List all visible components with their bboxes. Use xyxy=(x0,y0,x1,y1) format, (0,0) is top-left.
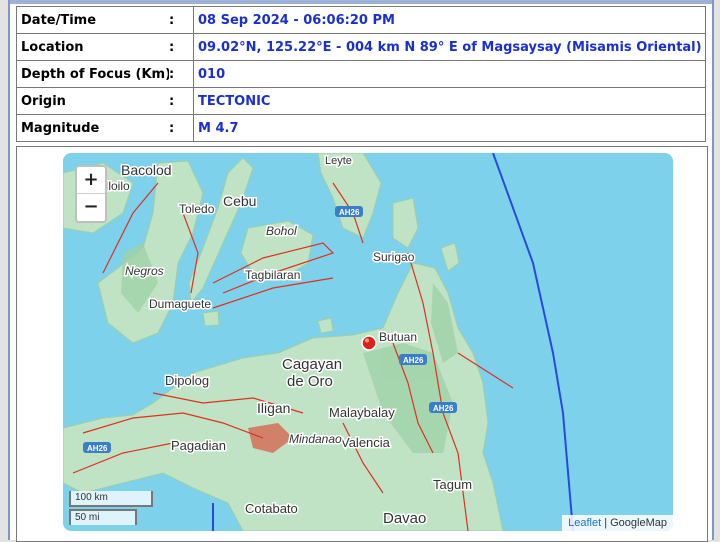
separator: : xyxy=(169,33,194,61)
city-leyte: Leyte xyxy=(325,155,352,167)
table-row: Date/Time : 08 Sep 2024 - 06:06:20 PM xyxy=(16,6,706,34)
city-tagum: Tagum xyxy=(433,477,472,492)
epicenter-marker[interactable] xyxy=(361,335,377,351)
separator: : xyxy=(169,87,194,115)
highway-label: AH26 xyxy=(403,356,424,365)
city-iligan: Iligan xyxy=(257,400,290,416)
cebu-island xyxy=(188,157,254,305)
map-attribution: Leaflet | GoogleMap xyxy=(562,515,673,531)
origin-label: Origin xyxy=(16,87,169,115)
dinagat-island xyxy=(392,197,419,249)
region-negros: Negros xyxy=(125,264,164,278)
map-container: AH26 AH26 AH26 AH26 Bacolod Iloilo Toled… xyxy=(16,146,708,542)
table-row: Magnitude : M 4.7 xyxy=(16,114,706,142)
table-row: Depth of Focus (Km) : 010 xyxy=(16,60,706,88)
city-valencia: Valencia xyxy=(341,435,391,450)
highway-label: AH26 xyxy=(433,404,454,413)
earthquake-info-table: Date/Time : 08 Sep 2024 - 06:06:20 PM Lo… xyxy=(16,6,706,142)
fault-line xyxy=(212,277,334,309)
scale-km: 100 km xyxy=(69,491,153,507)
epicenter-marker-highlight xyxy=(365,338,369,343)
city-de-oro: de Oro xyxy=(287,373,333,390)
zoom-out-button[interactable]: − xyxy=(77,194,105,220)
city-cebu: Cebu xyxy=(223,193,256,209)
philippine-trench xyxy=(492,153,574,531)
magnitude-value: M 4.7 xyxy=(193,114,706,142)
separator: : xyxy=(169,114,194,142)
city-cagayan: Cagayan xyxy=(282,356,342,373)
city-malaybalay: Malaybalay xyxy=(329,405,395,420)
separator: : xyxy=(169,6,194,34)
city-bacolod: Bacolod xyxy=(121,162,172,178)
location-value: 09.02°N, 125.22°E - 004 km N 89° E of Ma… xyxy=(193,33,706,61)
depth-label: Depth of Focus (Km) xyxy=(16,60,169,88)
city-tagbilaran: Tagbilaran xyxy=(245,268,300,282)
attribution-separator: | xyxy=(601,517,611,529)
city-cotabato: Cotabato xyxy=(245,501,298,516)
city-dipolog: Dipolog xyxy=(165,373,209,388)
city-dumaguete: Dumaguete xyxy=(149,297,211,311)
region-mindanao: Mindanao xyxy=(289,432,342,446)
report-frame: Date/Time : 08 Sep 2024 - 06:06:20 PM Lo… xyxy=(8,0,714,542)
siargao-island xyxy=(440,242,460,272)
city-toledo: Toledo xyxy=(179,202,215,216)
city-butuan: Butuan xyxy=(379,330,417,344)
city-iloilo: Iloilo xyxy=(105,179,130,193)
origin-value: TECTONIC xyxy=(193,87,706,115)
datetime-value: 08 Sep 2024 - 06:06:20 PM xyxy=(193,6,706,34)
map-canvas[interactable]: AH26 AH26 AH26 AH26 Bacolod Iloilo Toled… xyxy=(63,153,673,531)
city-pagadian: Pagadian xyxy=(171,438,226,453)
highway-label: AH26 xyxy=(87,444,108,453)
table-row: Location : 09.02°N, 125.22°E - 004 km N … xyxy=(16,33,706,61)
city-surigao: Surigao xyxy=(373,250,415,264)
highway-label: AH26 xyxy=(339,208,360,217)
provider-name: GoogleMap xyxy=(610,517,667,529)
leaflet-link[interactable]: Leaflet xyxy=(568,517,601,529)
city-davao: Davao xyxy=(383,510,426,527)
zoom-control: + − xyxy=(75,165,107,223)
top-bar xyxy=(10,0,712,4)
separator: : xyxy=(169,60,194,88)
location-label: Location xyxy=(16,33,169,61)
epicenter-map[interactable]: AH26 AH26 AH26 AH26 Bacolod Iloilo Toled… xyxy=(63,153,673,531)
zoom-in-button[interactable]: + xyxy=(77,167,105,194)
datetime-label: Date/Time xyxy=(16,6,169,34)
camiguin-island xyxy=(317,317,334,334)
region-bohol: Bohol xyxy=(266,224,297,238)
table-row: Origin : TECTONIC xyxy=(16,87,706,115)
depth-value: 010 xyxy=(193,60,706,88)
magnitude-label: Magnitude xyxy=(16,114,169,142)
scale-mi: 50 mi xyxy=(69,509,137,525)
siquijor-island xyxy=(202,310,220,327)
scale-bar: 100 km 50 mi xyxy=(69,491,153,525)
